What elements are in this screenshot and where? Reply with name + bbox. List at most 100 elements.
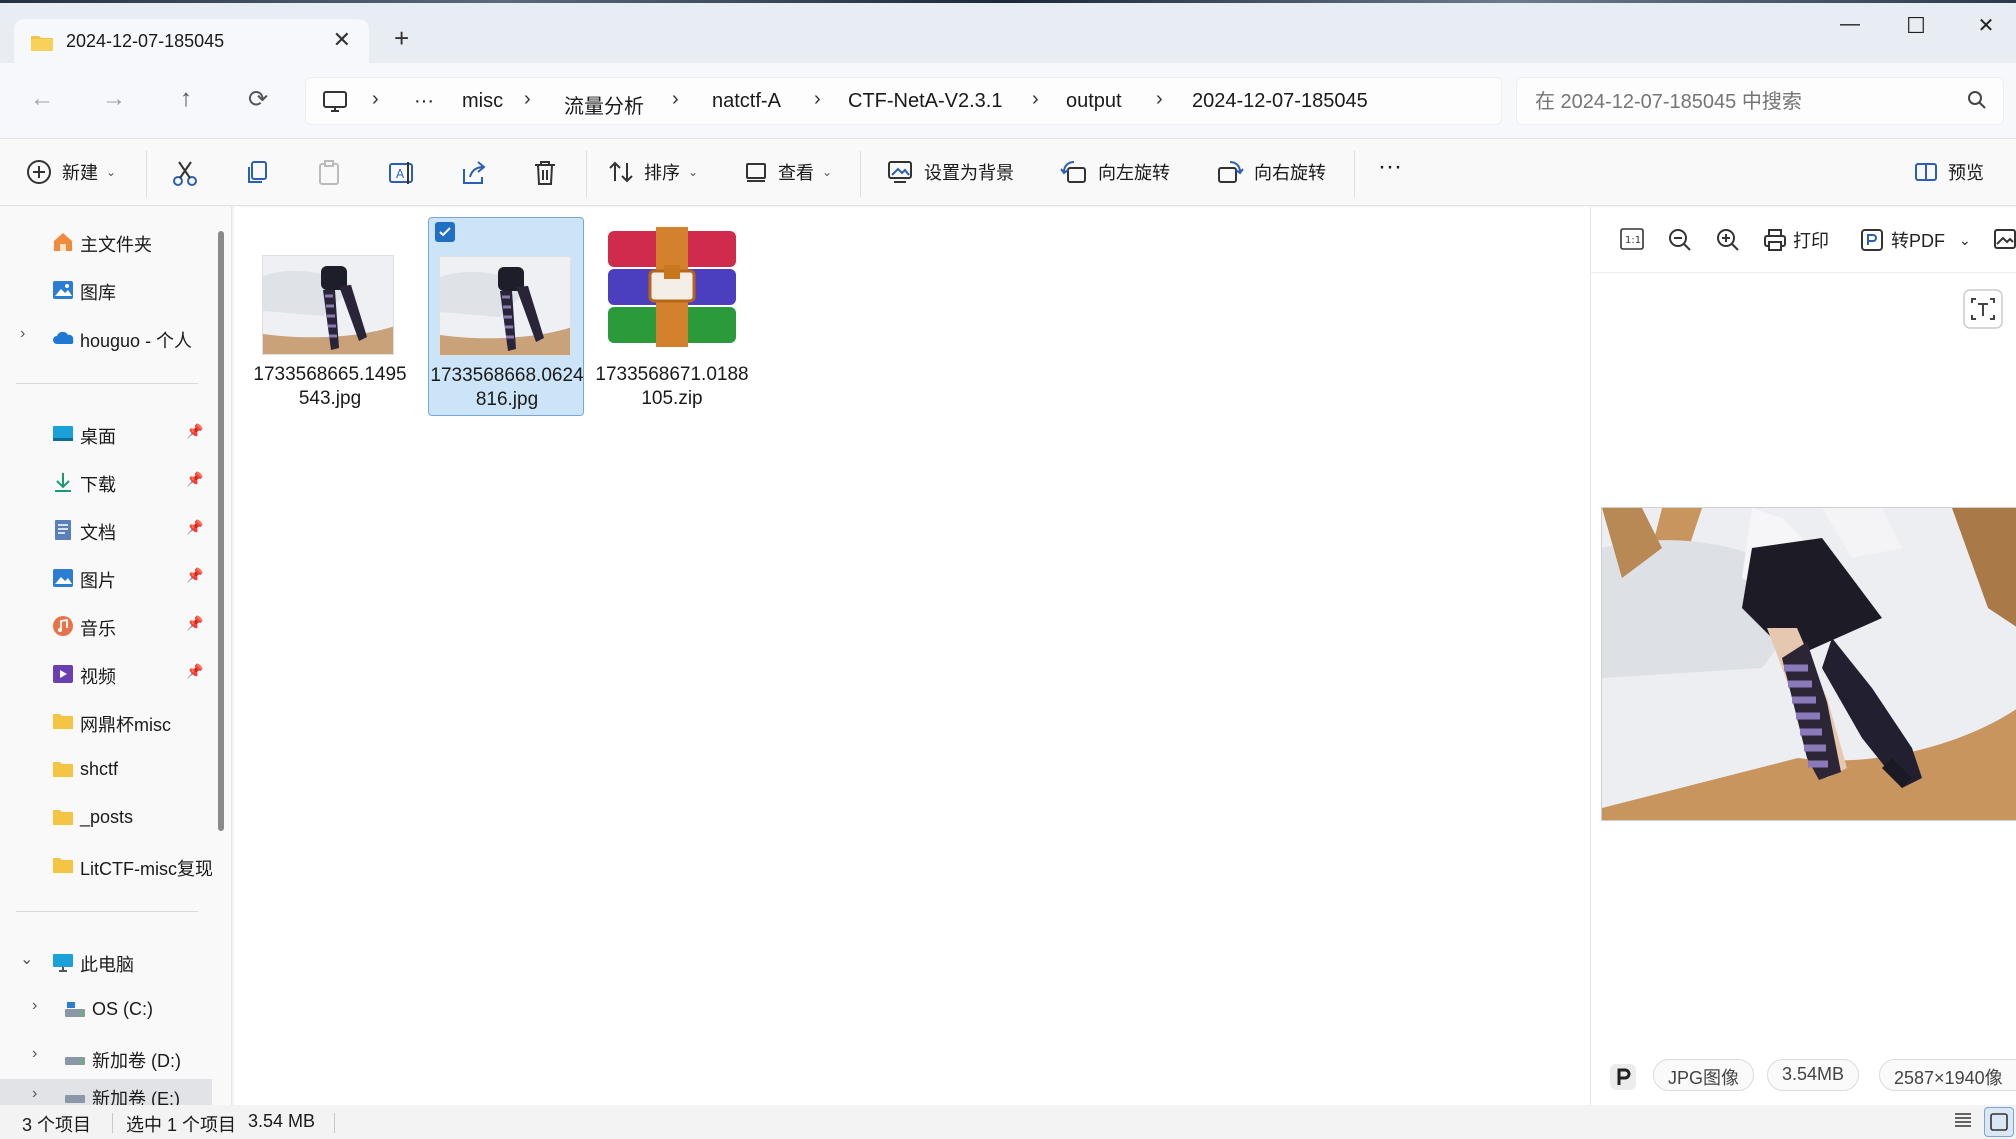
music-icon <box>52 615 74 637</box>
file-list[interactable]: 1733568665.1495543.jpg 1733568668.062481… <box>234 207 1590 1105</box>
maximize-button[interactable]: ☐ <box>1896 13 1936 39</box>
details-view-icon[interactable] <box>1952 1109 1974 1136</box>
breadcrumb-natctf-a[interactable]: natctf-A <box>712 90 781 113</box>
zoom-in-icon[interactable] <box>1715 227 1747 253</box>
toolbar-divider <box>146 151 147 197</box>
copy-icon[interactable] <box>244 159 270 192</box>
breadcrumb-ctf-neta[interactable]: CTF-NetA-V2.3.1 <box>848 90 1002 113</box>
scrollbar-thumb[interactable] <box>218 231 224 831</box>
pin-icon[interactable]: 📌 <box>186 471 203 488</box>
share-icon[interactable] <box>460 159 488 192</box>
breadcrumb-separator: › <box>814 88 821 110</box>
toolbar-divider <box>860 151 861 197</box>
pin-icon[interactable]: 📌 <box>186 567 203 584</box>
rotate-right-button[interactable]: 向右旋转 <box>1216 159 1326 185</box>
breadcrumb-output[interactable]: output <box>1066 90 1122 113</box>
tab-current-folder[interactable]: 2024-12-07-185045 ✕ <box>14 19 369 63</box>
ocr-text-icon[interactable] <box>1963 289 2003 334</box>
sidebar-item-this-pc[interactable]: ⌄ 此电脑 <box>0 941 212 981</box>
paint-app-icon <box>1609 1063 1637 1096</box>
new-tab-button[interactable]: + <box>394 23 409 54</box>
sidebar-item-gallery[interactable]: 图库 <box>0 269 212 309</box>
chevron-right-icon[interactable]: › <box>32 1085 37 1103</box>
chevron-right-icon[interactable]: › <box>20 325 25 343</box>
more-options-button[interactable]: ··· <box>1378 153 1402 181</box>
rename-icon[interactable]: A <box>388 159 416 192</box>
image-dimensions-badge: 2587×1940像 <box>1879 1059 2016 1091</box>
minimize-button[interactable]: — <box>1830 13 1870 36</box>
sidebar-item-documents[interactable]: 文档 📌 <box>0 509 212 549</box>
chevron-down-icon[interactable]: ⌄ <box>1959 232 1971 249</box>
breadcrumb-separator: › <box>372 88 379 110</box>
sidebar-item-drive-e[interactable]: › 新加卷 (E:) <box>0 1079 212 1105</box>
file-name: 1733568665.1495543.jpg <box>253 364 407 409</box>
preview-pane-button[interactable]: 预览 <box>1914 159 1984 185</box>
paste-icon[interactable] <box>316 159 342 192</box>
sidebar-item-label: 图片 <box>80 571 116 591</box>
convert-pdf-button[interactable]: 转PDF ⌄ <box>1859 227 1971 253</box>
close-window-button[interactable]: ✕ <box>1966 13 2006 38</box>
set-as-background-button[interactable]: 设置为背景 <box>886 159 1014 185</box>
breadcrumb-misc[interactable]: misc <box>462 90 503 113</box>
breadcrumb-more[interactable]: ··· <box>414 90 434 113</box>
sidebar-scrollbar[interactable] <box>216 231 226 1041</box>
new-button-label: 新建 <box>62 163 98 183</box>
chevron-down-icon[interactable]: ⌄ <box>20 949 33 969</box>
address-bar[interactable]: › ··· misc › 流量分析 › natctf-A › CTF-NetA-… <box>305 77 1502 125</box>
sidebar-item-desktop[interactable]: 桌面 📌 <box>0 413 212 453</box>
pin-icon[interactable]: 📌 <box>186 615 203 632</box>
breadcrumb-current[interactable]: 2024-12-07-185045 <box>1192 90 1368 113</box>
sidebar-item-drive-c[interactable]: › OS (C:) <box>0 989 212 1029</box>
sidebar-item-downloads[interactable]: 下载 📌 <box>0 461 212 501</box>
file-item[interactable]: 1733568671.0188105.zip <box>594 217 750 416</box>
navigation-bar: ← → ↑ ⟳ › ··· misc › 流量分析 › natctf-A › C… <box>0 63 2016 138</box>
sidebar-item-pictures[interactable]: 图片 📌 <box>0 557 212 597</box>
pin-icon[interactable]: 📌 <box>186 519 203 536</box>
search-icon[interactable] <box>1967 90 1987 115</box>
command-bar: 新建 ⌄ A 排序 ⌄ 查看 ⌄ 设置为背景 向左旋转 向右旋转 ··· 预览 <box>0 138 2016 206</box>
checkbox-checked-icon[interactable] <box>435 222 455 242</box>
close-tab-icon[interactable]: ✕ <box>333 27 351 53</box>
computer-icon[interactable] <box>322 90 348 119</box>
sidebar-item-home[interactable]: 主文件夹 <box>0 221 212 261</box>
large-icons-view-icon[interactable] <box>1984 1107 2014 1137</box>
folder-icon <box>52 759 74 781</box>
sidebar-item-onedrive[interactable]: › houguo - 个人 <box>0 317 212 357</box>
image-tool-icon[interactable] <box>1993 227 2016 251</box>
delete-icon[interactable] <box>532 159 558 192</box>
zoom-out-icon[interactable] <box>1667 227 1699 253</box>
toolbar-divider <box>1354 151 1355 197</box>
sidebar-item-music[interactable]: 音乐 📌 <box>0 605 212 645</box>
refresh-button[interactable]: ⟳ <box>238 85 278 114</box>
pin-icon[interactable]: 📌 <box>186 663 203 680</box>
sidebar-item-videos[interactable]: 视频 📌 <box>0 653 212 693</box>
cut-icon[interactable] <box>172 159 198 192</box>
print-button[interactable]: 打印 <box>1763 227 1829 253</box>
sidebar-divider <box>16 911 198 912</box>
sidebar-item-folder[interactable]: 网鼎杯misc <box>0 701 212 741</box>
sidebar-item-folder[interactable]: LitCTF-misc复现 <box>0 845 212 885</box>
convert-pdf-label: 转PDF <box>1891 231 1945 251</box>
sort-button[interactable]: 排序 ⌄ <box>608 159 698 185</box>
chevron-right-icon[interactable]: › <box>32 997 37 1015</box>
new-button[interactable]: 新建 ⌄ <box>26 159 116 185</box>
sidebar-item-folder[interactable]: shctf <box>0 749 212 789</box>
image-preview <box>1601 507 2016 821</box>
sidebar-item-folder[interactable]: _posts <box>0 797 212 837</box>
file-type-badge: JPG图像 <box>1653 1059 1755 1091</box>
file-item[interactable]: 1733568665.1495543.jpg <box>252 217 408 416</box>
up-button[interactable]: ↑ <box>166 85 206 113</box>
actual-size-icon[interactable]: 1:1 <box>1619 227 1651 251</box>
search-input[interactable] <box>1535 88 1955 116</box>
back-button[interactable]: ← <box>22 85 62 113</box>
search-box[interactable] <box>1516 77 2004 125</box>
view-button[interactable]: 查看 ⌄ <box>744 159 832 185</box>
pin-icon[interactable]: 📌 <box>186 423 203 440</box>
file-size-badge: 3.54MB <box>1767 1059 1860 1091</box>
forward-button[interactable]: → <box>94 85 134 113</box>
breadcrumb-traffic-analysis[interactable]: 流量分析 <box>564 90 644 119</box>
file-item-selected[interactable]: 1733568668.0624816.jpg <box>428 217 584 416</box>
chevron-right-icon[interactable]: › <box>32 1045 37 1063</box>
rotate-left-button[interactable]: 向左旋转 <box>1060 159 1170 185</box>
sidebar-item-drive-d[interactable]: › 新加卷 (D:) <box>0 1037 212 1077</box>
